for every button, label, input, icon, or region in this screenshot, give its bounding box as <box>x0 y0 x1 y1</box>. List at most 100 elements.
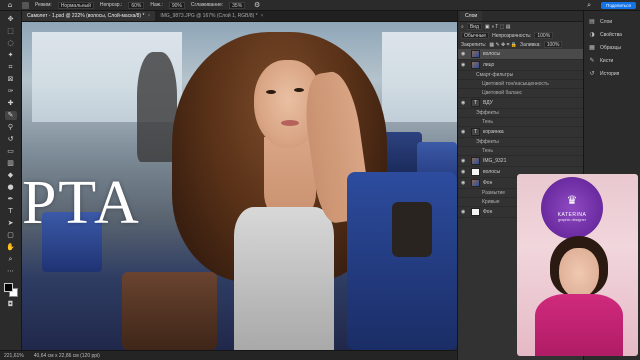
move-tool-icon[interactable]: ✥ <box>5 15 17 24</box>
smoothing-field[interactable]: 35% <box>229 1 246 9</box>
layer-effect-row[interactable]: Смарт-фильтры <box>458 71 583 80</box>
close-icon[interactable]: × <box>261 13 264 19</box>
type-tool-icon[interactable]: T <box>5 207 17 216</box>
layer-name: лицо <box>483 62 495 68</box>
layer-row[interactable]: ◉ Tкорзинка <box>458 127 583 138</box>
lasso-tool-icon[interactable]: ◌ <box>5 39 17 48</box>
logo-subtitle: graphic designer <box>557 218 587 222</box>
layer-opacity-field[interactable]: 100% <box>534 32 554 39</box>
panel-tabs: Слои <box>458 11 583 22</box>
layer-effect-row[interactable]: Цветовой баланс <box>458 89 583 98</box>
color-swatches[interactable] <box>3 283 18 297</box>
lock-row: Закрепить: ▦ ✎ ✥ ⌗ 🔒 Заливка: 100% <box>458 40 583 49</box>
blur-tool-icon[interactable]: ◆ <box>5 171 17 180</box>
layer-name: Тень <box>482 119 493 125</box>
panel-icon: ▦ <box>589 44 595 51</box>
layer-effect-row[interactable]: Тень <box>458 147 583 156</box>
layer-thumbnail <box>471 50 480 58</box>
tab-layers[interactable]: Слои <box>460 11 483 21</box>
tab-document-1[interactable]: Самолет - 1.psd @ 222% (волосы, Слой-мас… <box>22 11 156 21</box>
layer-row[interactable]: ◉ лицо <box>458 60 583 71</box>
layer-row[interactable]: ◉ IMG_9321 <box>458 156 583 167</box>
pen-tool-icon[interactable]: ✒ <box>5 195 17 204</box>
layer-name: Эффекты <box>476 110 499 116</box>
brand-logo: ♛ KATERINA graphic designer <box>541 177 603 239</box>
presenter-body <box>535 294 623 356</box>
crop-tool-icon[interactable]: ⌗ <box>5 63 17 72</box>
path-select-icon[interactable]: ➤ <box>5 219 17 228</box>
layer-name: Цветовой баланс <box>482 90 522 96</box>
layer-thumbnail: T <box>471 99 480 107</box>
side-panel-item[interactable]: ▦ Образцы <box>584 41 640 54</box>
quick-mask-icon[interactable]: ◘ <box>5 300 17 309</box>
document-tabs: Самолет - 1.psd @ 222% (волосы, Слой-мас… <box>22 11 457 22</box>
filter-icons[interactable]: ▣ ◑ T ⬚ ▤ <box>485 24 511 30</box>
dodge-tool-icon[interactable]: ● <box>5 183 17 192</box>
blend-mode-select[interactable]: Обычные <box>461 32 490 39</box>
visibility-eye-icon[interactable]: ◉ <box>461 62 468 68</box>
gradient-tool-icon[interactable]: ▥ <box>5 159 17 168</box>
more-tools-icon[interactable]: ⋯ <box>5 267 17 276</box>
visibility-eye-icon[interactable]: ◉ <box>461 158 468 164</box>
tab-label: Самолет - 1.psd @ 222% (волосы, Слой-мас… <box>27 13 145 19</box>
layer-thumbnail <box>471 157 480 165</box>
visibility-eye-icon[interactable]: ◉ <box>461 51 468 57</box>
visibility-eye-icon[interactable]: ◉ <box>461 180 468 186</box>
eraser-tool-icon[interactable]: ▭ <box>5 147 17 156</box>
tab-document-2[interactable]: IMG_9873.JPG @ 167% (Слой 1, RGB/8) * × <box>155 11 268 21</box>
leather-bag <box>122 272 217 350</box>
visibility-eye-icon[interactable]: ◉ <box>461 169 468 175</box>
side-panel-item[interactable]: ↺ История <box>584 67 640 80</box>
visibility-eye-icon[interactable]: ◉ <box>461 209 468 215</box>
side-panel-item[interactable]: ◑ Свойства <box>584 28 640 41</box>
visibility-eye-icon[interactable]: ◉ <box>461 129 468 135</box>
kind-filter[interactable]: Вид <box>466 23 482 30</box>
layer-row[interactable]: ◉ T ВДУ <box>458 98 583 109</box>
lock-label: Закрепить: <box>461 41 487 48</box>
side-panel-item[interactable]: ▤ Слои <box>584 15 640 28</box>
side-panel-label: История <box>600 70 620 77</box>
zoom-level[interactable]: 221,61% <box>4 353 24 359</box>
zoom-tool-icon[interactable]: ⌕ <box>5 255 17 264</box>
eyedropper-tool-icon[interactable]: ✑ <box>5 87 17 96</box>
foreground-color[interactable] <box>3 283 13 292</box>
pressure-label: Наж.: <box>150 2 163 8</box>
document-dimensions: 40,64 см x 22,86 см (120 ppi) <box>33 352 100 359</box>
mode-select[interactable]: Нормальный <box>57 1 94 9</box>
fill-field[interactable]: 100% <box>543 41 563 48</box>
lock-icons[interactable]: ▦ ✎ ✥ ⌗ 🔒 <box>489 42 517 48</box>
layer-effect-row[interactable]: Цветовой тон/насыщенность <box>458 80 583 89</box>
hand-tool-icon[interactable]: ✋ <box>5 243 17 252</box>
pressure-field[interactable]: 90% <box>168 1 185 9</box>
layer-row[interactable]: ◉ волосы <box>458 49 583 60</box>
side-panel-item[interactable]: ✎ Кисти <box>584 54 640 67</box>
brush-preset-picker[interactable] <box>22 1 29 9</box>
search-icon[interactable]: ⌕ <box>583 1 595 10</box>
history-brush-icon[interactable]: ↺ <box>5 135 17 144</box>
opacity-field[interactable]: 60% <box>128 1 145 9</box>
healing-tool-icon[interactable]: ✚ <box>5 99 17 108</box>
marquee-tool-icon[interactable]: ⬚ <box>5 27 17 36</box>
settings-icon[interactable]: ⚙ <box>251 1 263 10</box>
side-panel-label: Свойства <box>600 31 622 38</box>
document-canvas[interactable]: РТА <box>22 22 457 350</box>
magic-wand-tool-icon[interactable]: ✦ <box>5 51 17 60</box>
blue-suitcase <box>347 172 457 350</box>
home-icon[interactable]: ⌂ <box>4 1 16 10</box>
search-icon: ⌕ <box>461 23 464 30</box>
layer-effect-row[interactable]: Эффекты <box>458 138 583 147</box>
frame-tool-icon[interactable]: ⊠ <box>5 75 17 84</box>
stamp-tool-icon[interactable]: ⚲ <box>5 123 17 132</box>
shape-tool-icon[interactable]: ▢ <box>5 231 17 240</box>
layer-effect-row[interactable]: Тень <box>458 118 583 127</box>
layer-thumbnail <box>471 208 480 216</box>
visibility-eye-icon[interactable]: ◉ <box>461 100 468 106</box>
panel-icon: ▤ <box>589 18 595 25</box>
layer-name: Эффекты <box>476 139 499 145</box>
brush-tool-icon[interactable]: ✎ <box>4 111 17 120</box>
panel-icon: ◑ <box>589 31 595 38</box>
subject-eye <box>266 90 276 94</box>
layer-effect-row[interactable]: Эффекты <box>458 109 583 118</box>
share-button[interactable]: Поделиться <box>601 1 636 9</box>
close-icon[interactable]: × <box>147 13 150 19</box>
